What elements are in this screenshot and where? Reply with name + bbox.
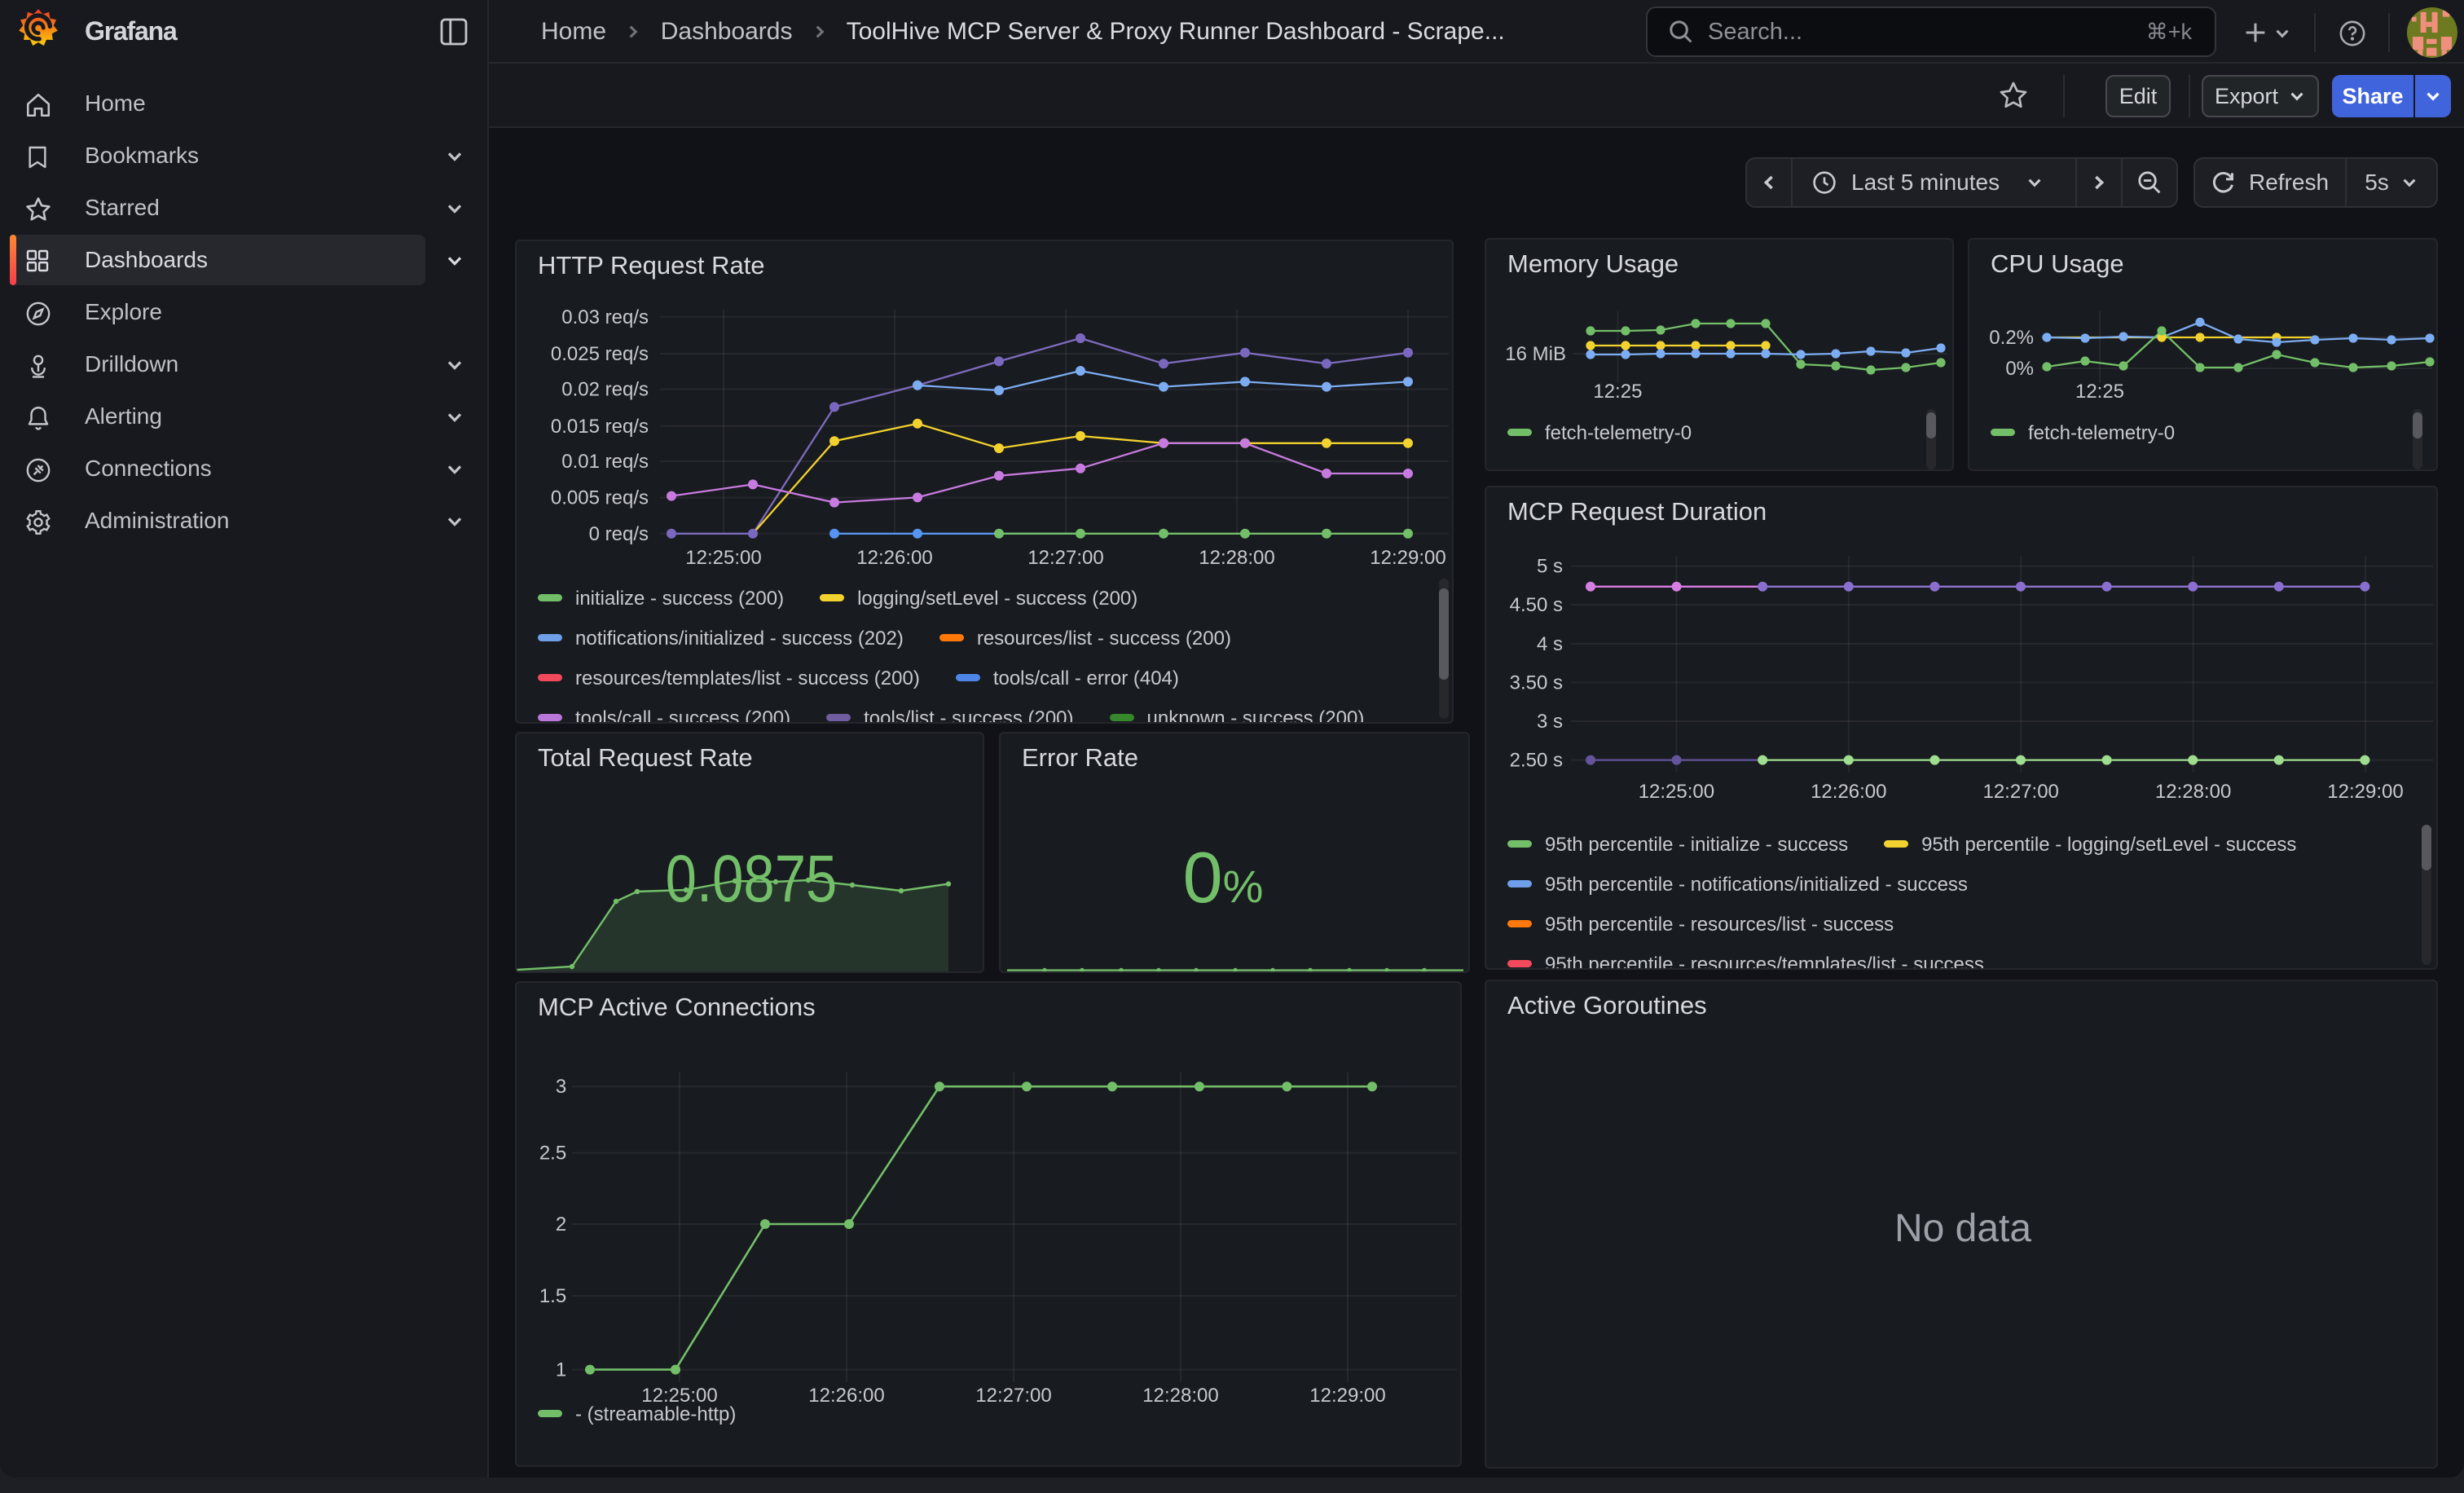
svg-text:12:26:00: 12:26:00 [1811,781,1886,803]
svg-text:4.50 s: 4.50 s [1510,594,1563,616]
svg-text:0.03 req/s: 0.03 req/s [561,306,649,328]
svg-text:12:29:00: 12:29:00 [1309,1385,1385,1407]
svg-text:12:26:00: 12:26:00 [856,547,932,569]
svg-text:2.50 s: 2.50 s [1510,750,1563,772]
svg-text:3: 3 [556,1076,566,1098]
svg-text:0%: 0% [2005,358,2034,380]
svg-text:1.5: 1.5 [539,1285,566,1307]
svg-text:0.01 req/s: 0.01 req/s [561,451,649,473]
svg-text:0.02 req/s: 0.02 req/s [561,379,649,401]
svg-text:12:26:00: 12:26:00 [808,1385,884,1407]
svg-text:0 req/s: 0 req/s [589,523,649,545]
svg-text:2.5: 2.5 [539,1143,566,1165]
svg-text:12:25:00: 12:25:00 [685,547,761,569]
svg-text:3 s: 3 s [1537,711,1563,733]
svg-text:0.015 req/s: 0.015 req/s [551,416,649,438]
svg-text:12:28:00: 12:28:00 [2155,781,2231,803]
svg-text:12:25:00: 12:25:00 [1639,781,1714,803]
svg-text:12:29:00: 12:29:00 [1370,547,1445,569]
svg-text:5 s: 5 s [1537,556,1563,578]
svg-text:12:27:00: 12:27:00 [975,1385,1051,1407]
svg-text:16 MiB: 16 MiB [1505,343,1566,365]
svg-text:12:28:00: 12:28:00 [1199,547,1274,569]
svg-text:0.2%: 0.2% [1989,327,2034,349]
svg-text:12:28:00: 12:28:00 [1142,1385,1218,1407]
svg-text:2: 2 [556,1213,566,1235]
svg-text:0.005 req/s: 0.005 req/s [551,487,649,509]
svg-text:12:25: 12:25 [1593,381,1642,403]
svg-text:3.50 s: 3.50 s [1510,672,1563,694]
svg-text:1: 1 [556,1359,566,1381]
svg-text:12:27:00: 12:27:00 [1982,781,2058,803]
svg-text:0.025 req/s: 0.025 req/s [551,343,649,365]
svg-text:12:25: 12:25 [2075,381,2124,403]
svg-text:12:29:00: 12:29:00 [2327,781,2403,803]
svg-text:4 s: 4 s [1537,633,1563,655]
svg-text:12:27:00: 12:27:00 [1027,547,1103,569]
